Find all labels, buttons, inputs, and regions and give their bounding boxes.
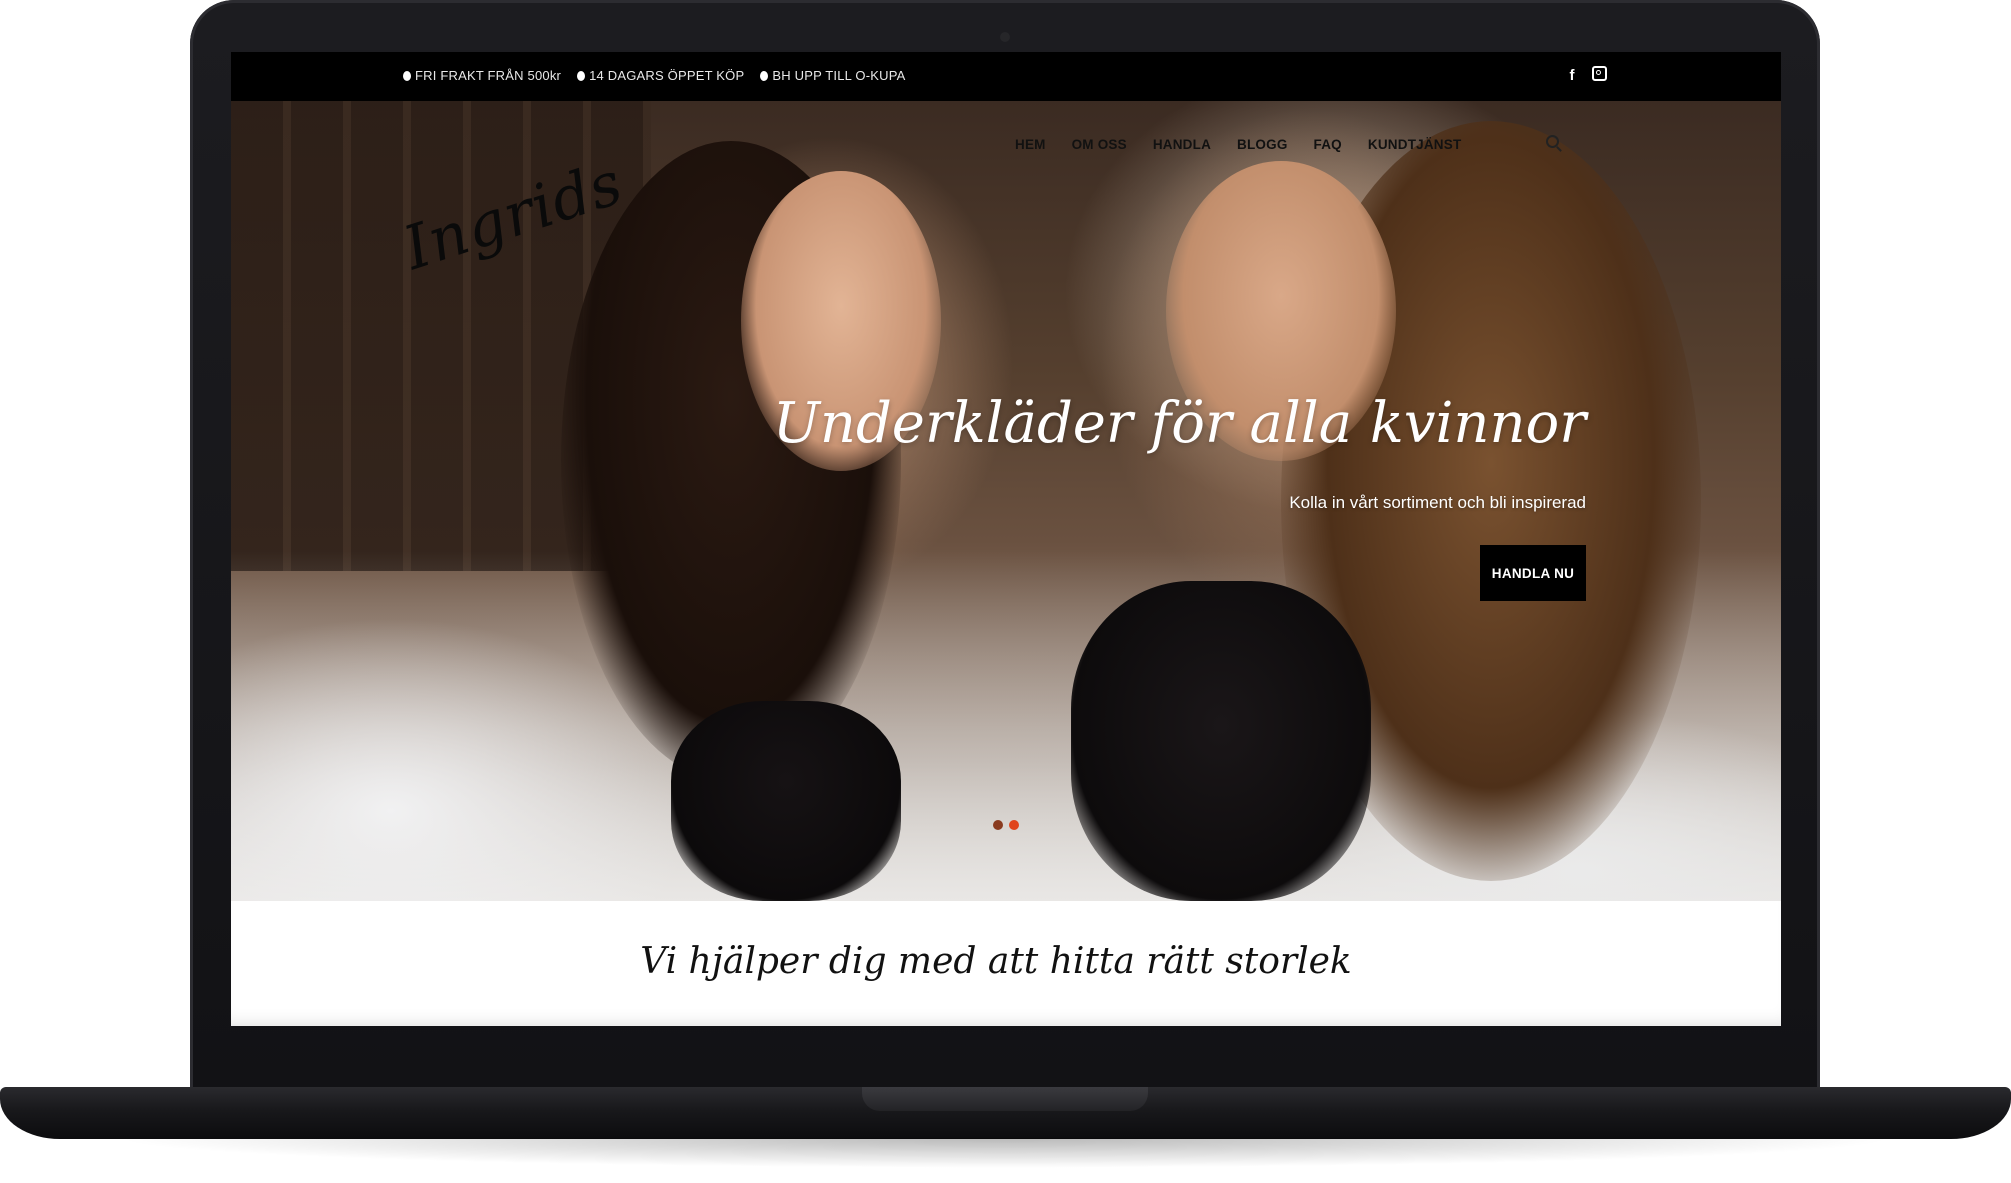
size-help-section: Vi hjälper dig med att hitta rätt storle…: [231, 901, 1781, 1026]
bullet-icon: [760, 70, 769, 81]
search-icon[interactable]: [1546, 135, 1559, 148]
shop-now-button[interactable]: HANDLA NU: [1480, 545, 1586, 601]
usp-label: BH UPP TILL O-KUPA: [772, 68, 906, 83]
laptop-mockup: FRI FRAKT FRÅN 500kr 14 DAGARS ÖPPET KÖP…: [0, 0, 2011, 1183]
usp-item: BH UPP TILL O-KUPA: [760, 68, 905, 83]
nav-icons: [1546, 135, 1559, 148]
usp-item: FRI FRAKT FRÅN 500kr: [403, 68, 561, 83]
hero-photo-lingerie-left: [671, 701, 901, 901]
camera-dot: [1000, 32, 1010, 42]
section-title: Vi hjälper dig med att hitta rätt storle…: [640, 941, 1352, 982]
bullet-icon: [403, 70, 411, 81]
nav-item-faq[interactable]: FAQ: [1314, 137, 1342, 152]
instagram-icon[interactable]: [1592, 66, 1607, 81]
main-nav: HEM OM OSS HANDLA BLOGG FAQ KUNDTJÄNST: [1015, 137, 1461, 152]
slider-pagination: [993, 820, 1019, 830]
slider-dot-active[interactable]: [1009, 820, 1019, 830]
hero-slider: Ingrids HEM OM OSS HANDLA BLOGG FAQ KUND…: [231, 101, 1781, 901]
usp-label: 14 DAGARS ÖPPET KÖP: [589, 68, 745, 83]
usp-list: FRI FRAKT FRÅN 500kr 14 DAGARS ÖPPET KÖP…: [403, 68, 906, 83]
usp-label: FRI FRAKT FRÅN 500kr: [415, 68, 562, 83]
hero-subheadline: Kolla in vårt sortiment och bli inspirer…: [1289, 493, 1586, 512]
website-screen: FRI FRAKT FRÅN 500kr 14 DAGARS ÖPPET KÖP…: [231, 52, 1781, 1026]
nav-item-handla[interactable]: HANDLA: [1153, 137, 1211, 152]
nav-item-om-oss[interactable]: OM OSS: [1072, 137, 1127, 152]
usp-item: 14 DAGARS ÖPPET KÖP: [577, 68, 744, 83]
laptop-notch: [862, 1087, 1148, 1111]
social-links: f: [1564, 66, 1607, 84]
nav-item-hem[interactable]: HEM: [1015, 137, 1046, 152]
slider-dot[interactable]: [993, 820, 1003, 830]
hero-headline: Underkläder för alla kvinnor: [772, 391, 1586, 456]
facebook-icon[interactable]: f: [1564, 66, 1580, 84]
nav-item-kundtjanst[interactable]: KUNDTJÄNST: [1368, 137, 1462, 152]
topbar: FRI FRAKT FRÅN 500kr 14 DAGARS ÖPPET KÖP…: [231, 52, 1781, 101]
nav-item-blogg[interactable]: BLOGG: [1237, 137, 1288, 152]
hero-photo-lingerie-right: [1071, 581, 1371, 901]
laptop-shadow: [110, 1138, 1900, 1168]
bullet-icon: [577, 70, 586, 81]
